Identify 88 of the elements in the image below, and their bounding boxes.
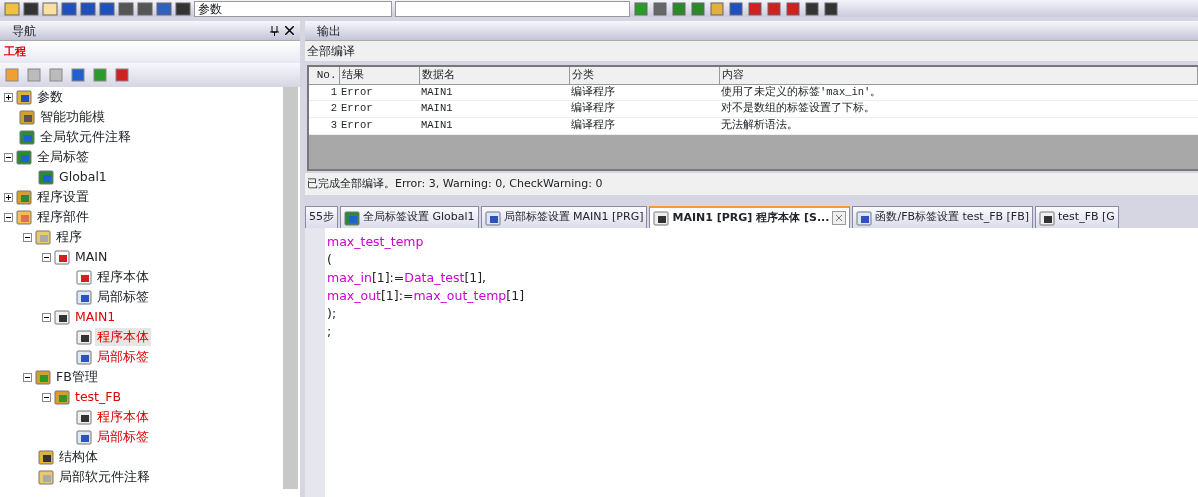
toolbar-icon[interactable] <box>61 1 77 16</box>
collapse-toggle[interactable] <box>4 152 13 162</box>
column-header: No. <box>309 67 339 84</box>
code-line: max_test_temp <box>327 233 425 251</box>
collapse-toggle[interactable] <box>23 232 32 242</box>
code-line: ); <box>327 305 338 323</box>
table-cell: MAIN1 <box>419 84 569 101</box>
collapse-toggle[interactable] <box>42 252 51 262</box>
toolbar-icon[interactable] <box>766 1 782 16</box>
toolbar-icon[interactable] <box>23 1 39 16</box>
collapse-toggle[interactable] <box>4 212 13 222</box>
tree-item[interactable]: 程序本体 <box>95 267 151 287</box>
code-editor[interactable]: max_test_temp ( max_in[1]:=Data_test[1], max_out[1]:=max_out_temp[1] ); ; <box>305 228 1198 497</box>
toolbar-icon[interactable] <box>175 1 191 16</box>
table-cell: MAIN1 <box>419 100 569 118</box>
toolbar-icon[interactable] <box>70 67 86 83</box>
tree-item[interactable]: 结构体 <box>57 447 100 467</box>
collapse-toggle[interactable] <box>42 312 51 322</box>
tree-item[interactable]: 全局软元件注释 <box>38 127 133 147</box>
tree-item[interactable]: 局部软元件注释 <box>57 467 152 487</box>
toolbar-icon[interactable] <box>137 1 153 16</box>
toolbar-icon[interactable] <box>728 1 744 16</box>
status-message: 已完成全部编译。Error: 3, Warning: 0, CheckWarning: 0 <box>305 173 1198 195</box>
table-cell: 3 <box>309 117 339 135</box>
project-label: 工程 <box>0 41 300 63</box>
panel-title: 导航 <box>12 23 36 40</box>
tree-item[interactable]: test_FB <box>73 387 124 407</box>
toolbar-icon[interactable] <box>118 1 134 16</box>
tree-item[interactable]: MAIN <box>73 247 110 267</box>
code-line: max_in[1]:=Data_test[1], <box>327 269 488 287</box>
code-line: ( <box>327 251 333 269</box>
tree-item[interactable]: 程序本体 <box>95 407 151 427</box>
tree-item[interactable]: Global1 <box>57 167 109 187</box>
table-cell: 1 <box>309 84 339 101</box>
tree-item[interactable]: 局部标签 <box>95 287 151 307</box>
expand-toggle[interactable] <box>4 192 13 202</box>
value-dropdown[interactable]: 参数 <box>194 0 392 17</box>
table-cell: 编译程序 <box>569 100 719 118</box>
expand-toggle[interactable] <box>4 92 13 102</box>
output-heading: 全部编译 <box>305 41 1198 61</box>
toolbar-icon[interactable] <box>80 1 96 16</box>
tree-item[interactable]: FB管理 <box>54 367 100 387</box>
tree-item[interactable]: 程序设置 <box>35 187 91 207</box>
editor-tab[interactable]: MAIN1 [PRG] 程序本体 [S... <box>649 206 851 228</box>
editor-tab[interactable]: 函数/FB标签设置 test_FB [FB] <box>852 206 1033 228</box>
editor-tab[interactable]: 全局标签设置 Global1 <box>340 206 479 228</box>
table-cell: 使用了未定义的标签'max_in'。 <box>719 84 1198 101</box>
tree-item[interactable]: 参数 <box>35 87 65 107</box>
table-cell: 编译程序 <box>569 117 719 135</box>
collapse-toggle[interactable] <box>23 372 32 382</box>
column-header: 结果 <box>339 67 419 84</box>
pin-icon[interactable] <box>270 25 279 36</box>
editor-tab[interactable]: test_FB [G <box>1035 206 1119 228</box>
toolbar-icon[interactable] <box>652 1 668 16</box>
table-cell: 无法解析语法。 <box>719 117 1198 135</box>
tree-item[interactable]: 智能功能模 <box>38 107 107 127</box>
toolbar-icon[interactable] <box>823 1 839 16</box>
scrollbar[interactable] <box>283 87 298 489</box>
column-header: 内容 <box>719 67 1198 84</box>
toolbar-icon[interactable] <box>114 67 130 83</box>
table-cell: Error <box>339 100 419 118</box>
editor-tab[interactable]: 55步 <box>305 206 338 228</box>
code-line: ; <box>327 323 333 341</box>
tree-item[interactable]: MAIN1 <box>73 307 118 327</box>
toolbar-icon[interactable] <box>99 1 115 16</box>
collapse-toggle[interactable] <box>42 392 51 402</box>
toolbar-icon[interactable] <box>156 1 172 16</box>
tree-item[interactable]: 程序本体 <box>95 327 151 347</box>
table-cell: 编译程序 <box>569 84 719 101</box>
panel-title: 输出 <box>317 24 341 38</box>
tree-item[interactable]: 全局标签 <box>35 147 91 167</box>
code-line: max_out[1]:=max_out_temp[1] <box>327 287 525 305</box>
tree-item[interactable]: 程序部件 <box>35 207 91 227</box>
table-cell: MAIN1 <box>419 117 569 135</box>
tree-item[interactable]: 程序 <box>54 227 84 247</box>
toolbar-icon[interactable] <box>804 1 820 16</box>
tree-item[interactable]: 局部标签 <box>95 347 151 367</box>
tree-item[interactable]: 局部标签 <box>95 427 151 447</box>
table-cell: Error <box>339 84 419 101</box>
toolbar-icon[interactable] <box>785 1 801 16</box>
column-header: 数据名 <box>419 67 569 84</box>
column-header: 分类 <box>569 67 719 84</box>
close-icon[interactable] <box>285 26 294 35</box>
toolbar-icon[interactable] <box>747 1 763 16</box>
table-cell: 对不是数组的标签设置了下标。 <box>719 100 1198 118</box>
table-cell: Error <box>339 117 419 135</box>
table-cell: 2 <box>309 100 339 118</box>
editor-tab[interactable]: 局部标签设置 MAIN1 [PRG] <box>480 206 648 228</box>
